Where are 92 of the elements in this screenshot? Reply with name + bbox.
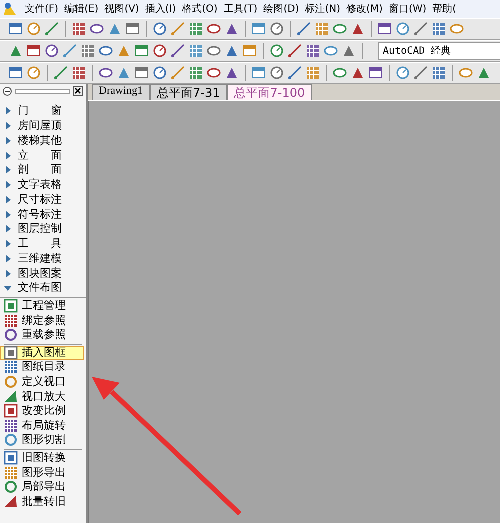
- tool-icon[interactable]: [152, 65, 168, 81]
- tool-icon[interactable]: [395, 21, 411, 37]
- tool-icon[interactable]: [134, 43, 150, 59]
- tool-icon[interactable]: [395, 65, 411, 81]
- menu-category[interactable]: 三维建模: [0, 252, 86, 266]
- item-icon: [4, 390, 18, 404]
- menu-item[interactable]: 窗口(W): [386, 2, 430, 16]
- item-icon: [4, 480, 18, 494]
- tool-icon[interactable]: [242, 43, 258, 59]
- tool-icon[interactable]: [287, 65, 303, 81]
- item-icon: [4, 450, 18, 465]
- tool-icon[interactable]: [287, 43, 303, 59]
- tool-icon[interactable]: [368, 65, 384, 81]
- close-icon[interactable]: [73, 86, 83, 96]
- menu-category[interactable]: 符号标注: [0, 207, 86, 222]
- menu-item[interactable]: 修改(M): [344, 2, 386, 16]
- tool-icon[interactable]: [26, 43, 42, 59]
- panel-grip: [15, 88, 70, 94]
- tool-icon[interactable]: [26, 21, 42, 37]
- tool-icon[interactable]: [413, 65, 429, 81]
- tool-icon[interactable]: [377, 21, 393, 37]
- drawing-tab[interactable]: 总平面7-100: [227, 84, 312, 100]
- tool-icon[interactable]: [251, 21, 267, 37]
- menu-item[interactable]: 插入(I): [142, 2, 180, 16]
- tool-icon[interactable]: [125, 21, 141, 37]
- menu-item[interactable]: 文件(F): [22, 2, 62, 16]
- tool-icon[interactable]: [44, 43, 60, 59]
- command-item[interactable]: 图纸目录: [0, 360, 84, 375]
- menu-item[interactable]: 帮助(: [430, 2, 460, 16]
- menu-item[interactable]: 标注(N): [302, 2, 344, 16]
- tool-icon[interactable]: [152, 43, 168, 59]
- command-item[interactable]: 定义视口: [0, 374, 84, 390]
- menu-category[interactable]: 立 面: [0, 148, 86, 163]
- tool-icon[interactable]: [8, 21, 24, 37]
- item-icon: [4, 328, 18, 342]
- menu-category[interactable]: 尺寸标注: [0, 192, 86, 208]
- menu-category[interactable]: 门 窗: [0, 104, 86, 119]
- command-item[interactable]: 批量转旧: [0, 494, 84, 510]
- tool-icon[interactable]: [44, 21, 60, 37]
- command-item[interactable]: 视口放大: [0, 389, 84, 404]
- menu-item[interactable]: 工具(T): [220, 2, 261, 16]
- menu-category[interactable]: 工 具: [0, 236, 86, 252]
- command-item[interactable]: 局部导出: [0, 480, 84, 494]
- item-icon: [4, 314, 18, 328]
- tool-icon[interactable]: [134, 65, 150, 81]
- tool-icon[interactable]: [152, 21, 168, 37]
- command-item[interactable]: 图形导出: [0, 465, 84, 480]
- tool-icon[interactable]: [53, 65, 69, 81]
- drawing-tab[interactable]: Drawing1: [92, 84, 150, 100]
- menu-category[interactable]: 文字表格: [0, 178, 86, 192]
- command-item[interactable]: 改变比例: [0, 404, 84, 418]
- menu-item[interactable]: 格式(O): [179, 2, 221, 16]
- menu-category[interactable]: 房间屋顶: [0, 118, 86, 134]
- command-item[interactable]: 布局旋转: [0, 418, 84, 434]
- command-item[interactable]: 工程管理: [0, 298, 84, 314]
- menu-category[interactable]: 文件布图: [0, 281, 86, 296]
- menu-category[interactable]: 图块图案: [0, 266, 86, 281]
- item-icon: [4, 466, 18, 480]
- item-icon: [4, 494, 18, 509]
- tool-icon[interactable]: [251, 65, 267, 81]
- menu-category[interactable]: 剖 面: [0, 163, 86, 178]
- tool-icon[interactable]: [269, 21, 285, 37]
- app-logo-icon[interactable]: [2, 1, 18, 17]
- tool-icon[interactable]: [413, 21, 429, 37]
- item-icon: [4, 404, 18, 418]
- tool-icon[interactable]: [62, 43, 78, 59]
- item-icon: [4, 346, 18, 360]
- drawing-tab[interactable]: 总平面7-31: [150, 84, 228, 100]
- tool-icon[interactable]: [8, 65, 24, 81]
- tool-icon[interactable]: [26, 65, 42, 81]
- item-icon: [4, 433, 18, 448]
- menu-item[interactable]: 编辑(E): [62, 2, 102, 16]
- tool-icon[interactable]: [269, 43, 285, 59]
- item-icon: [4, 375, 18, 390]
- command-item[interactable]: 旧图转换: [0, 450, 84, 466]
- command-item[interactable]: 重载参照: [0, 328, 84, 343]
- menu-item[interactable]: 视图(V): [102, 2, 142, 16]
- item-icon: [4, 418, 18, 433]
- expanded-triangle-icon: [4, 284, 12, 292]
- workspace-dropdown[interactable]: AutoCAD 经典: [378, 42, 500, 60]
- menu-item[interactable]: 绘图(D): [260, 2, 302, 16]
- menu-category[interactable]: 图层控制: [0, 222, 86, 237]
- menu-category[interactable]: 楼梯其他: [0, 134, 86, 148]
- command-item[interactable]: 插入图框: [0, 346, 84, 360]
- item-icon: [4, 299, 18, 314]
- tool-icon[interactable]: [170, 43, 186, 59]
- command-item[interactable]: 图形切割: [0, 433, 84, 448]
- item-icon: [4, 360, 18, 374]
- collapse-icon[interactable]: [3, 86, 12, 96]
- command-item[interactable]: 绑定参照: [0, 313, 84, 328]
- tool-icon[interactable]: [269, 65, 285, 81]
- tool-icon[interactable]: [296, 21, 312, 37]
